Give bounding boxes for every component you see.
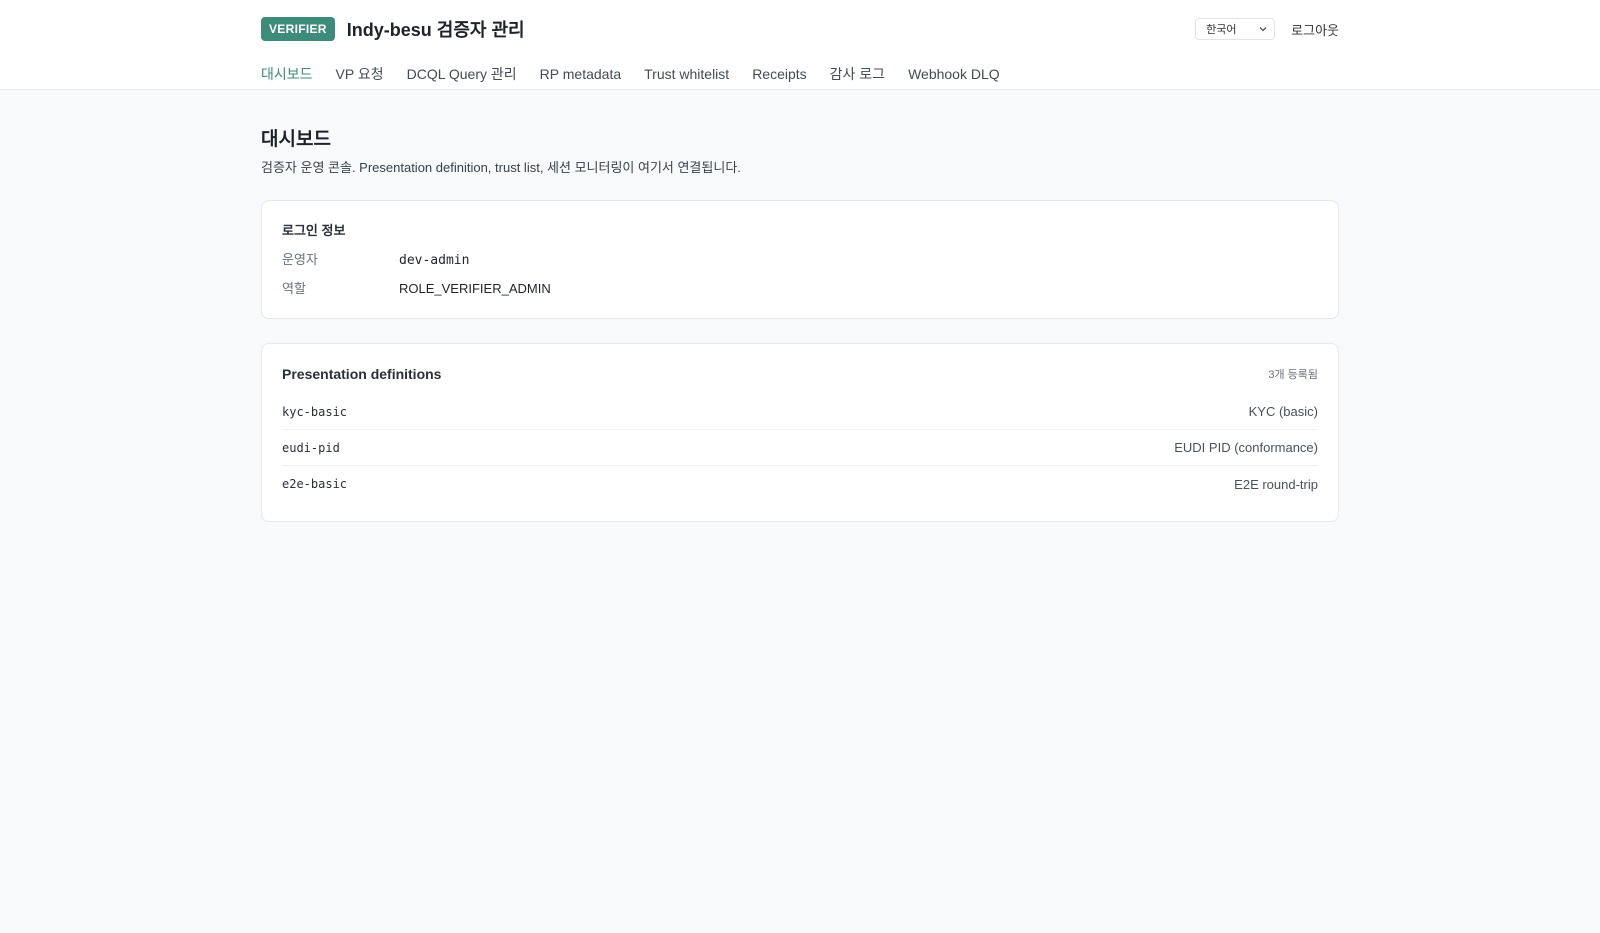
language-select-value: 한국어: [1206, 24, 1237, 36]
chevron-down-icon: [1258, 24, 1268, 34]
language-select[interactable]: 한국어: [1195, 18, 1276, 40]
presentation-definitions-card: Presentation definitions 3개 등록됨 kyc-basi…: [261, 343, 1339, 522]
main-nav: 대시보드 VP 요청 DCQL Query 관리 RP metadata Tru…: [261, 58, 1339, 90]
login-info-title: 로그인 정보: [282, 223, 346, 238]
nav-item-webhook-dlq[interactable]: Webhook DLQ: [908, 66, 1000, 82]
definition-id: eudi-pid: [282, 440, 340, 455]
definition-name: KYC (basic): [1248, 404, 1318, 419]
operator-value: dev-admin: [399, 253, 470, 268]
top-header: VERIFIER Indy-besu 검증자 관리 한국어 로그아웃 대시보드 …: [0, 0, 1600, 90]
app-title: Indy-besu 검증자 관리: [346, 20, 525, 40]
brand: VERIFIER Indy-besu 검증자 관리: [261, 16, 525, 42]
definitions-count: 3개 등록됨: [1268, 369, 1318, 381]
list-item[interactable]: kyc-basic KYC (basic): [282, 394, 1318, 430]
verifier-badge: VERIFIER: [261, 17, 335, 41]
definition-name: E2E round-trip: [1234, 476, 1318, 492]
main-content: 대시보드 검증자 운영 콘솔. Presentation definition,…: [261, 124, 1339, 522]
role-label: 역할: [282, 281, 306, 296]
page-description: 검증자 운영 콘솔. Presentation definition, trus…: [261, 160, 741, 175]
operator-label: 운영자: [282, 252, 318, 267]
role-value: ROLE_VERIFIER_ADMIN: [399, 281, 551, 296]
role-row: 역할 ROLE_VERIFIER_ADMIN: [282, 278, 1318, 297]
definition-name: EUDI PID (conformance): [1174, 440, 1318, 455]
nav-item-vp-requests[interactable]: VP 요청: [336, 64, 384, 84]
definition-id: e2e-basic: [282, 477, 348, 491]
nav-item-dcql-query[interactable]: DCQL Query 관리: [407, 64, 517, 84]
definition-id: kyc-basic: [282, 404, 348, 419]
logout-link[interactable]: 로그아웃: [1291, 20, 1339, 39]
page-title: 대시보드: [261, 129, 331, 150]
list-item[interactable]: eudi-pid EUDI PID (conformance): [282, 430, 1318, 466]
nav-item-dashboard[interactable]: 대시보드: [261, 64, 313, 84]
definitions-list: kyc-basic KYC (basic) eudi-pid EUDI PID …: [282, 394, 1318, 502]
operator-row: 운영자 dev-admin: [282, 249, 1318, 268]
definitions-title: Presentation definitions: [282, 366, 442, 382]
nav-item-audit-log[interactable]: 감사 로그: [830, 64, 885, 84]
login-info-card: 로그인 정보 운영자 dev-admin 역할 ROLE_VERIFIER_AD…: [261, 200, 1339, 319]
nav-item-rp-metadata[interactable]: RP metadata: [540, 66, 621, 82]
list-item[interactable]: e2e-basic E2E round-trip: [282, 466, 1318, 502]
nav-item-trust-whitelist[interactable]: Trust whitelist: [644, 66, 729, 82]
nav-item-receipts[interactable]: Receipts: [752, 66, 806, 82]
